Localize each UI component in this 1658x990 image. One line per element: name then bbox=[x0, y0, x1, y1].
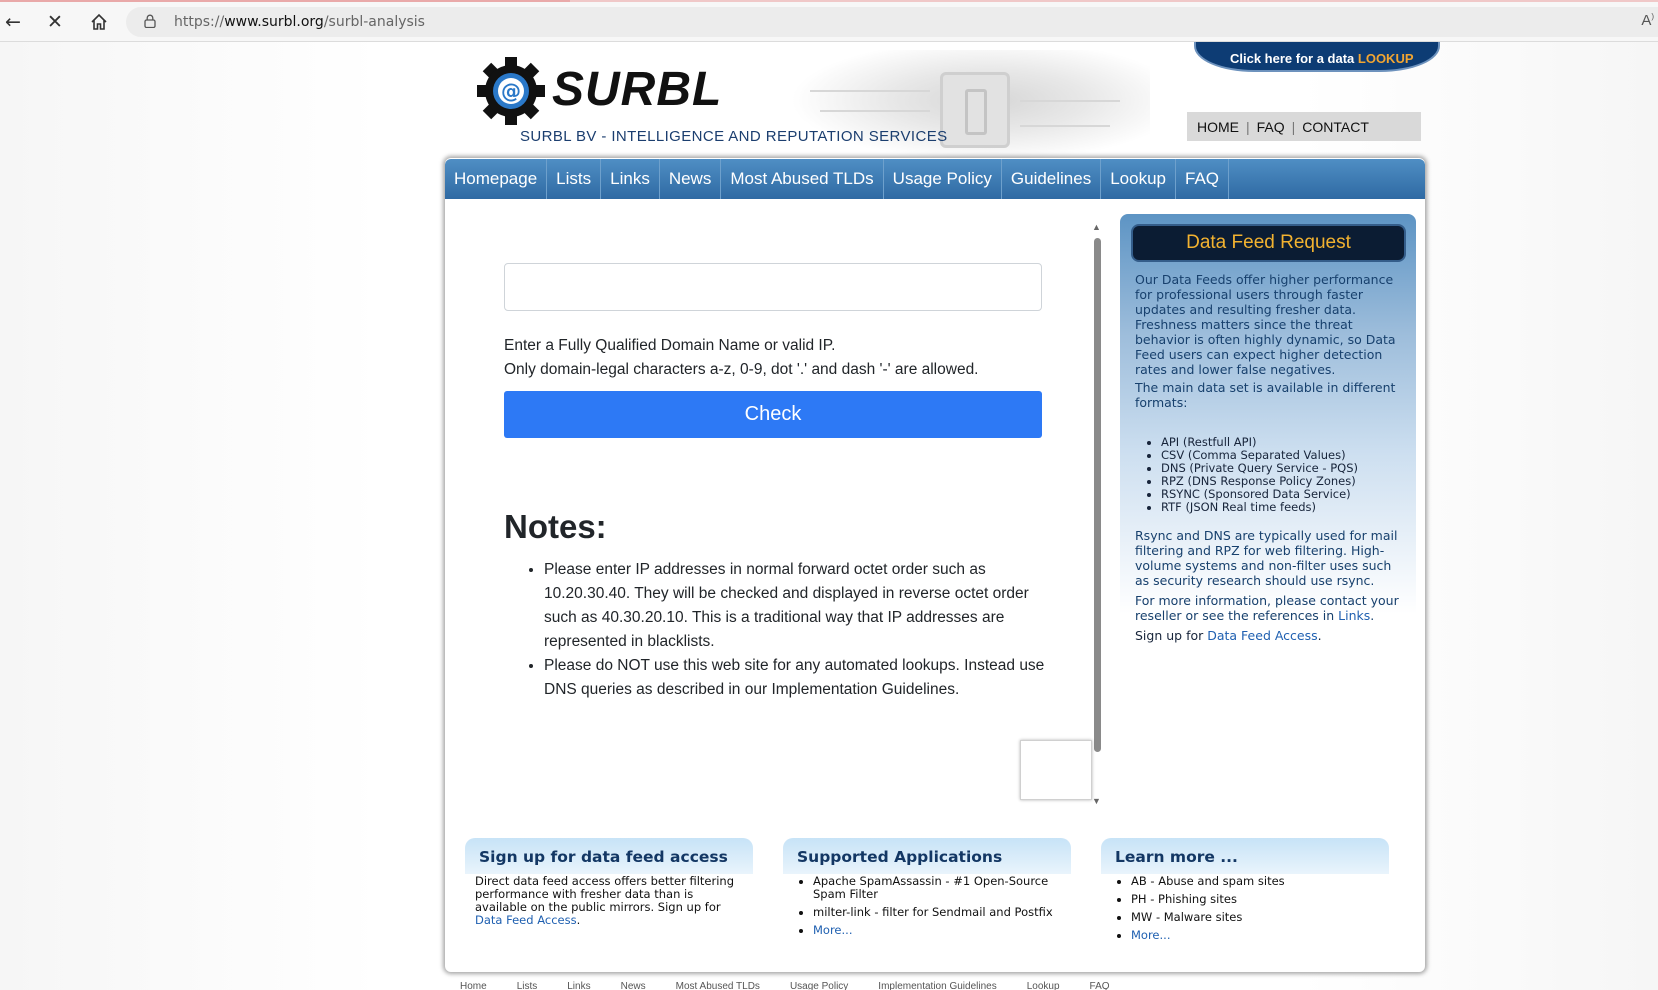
read-aloud-icon[interactable]: A) bbox=[1641, 12, 1654, 29]
notes-list: Please enter IP addresses in normal forw… bbox=[544, 558, 1056, 702]
top-links-separator: | bbox=[1291, 118, 1296, 135]
sidebar-usage-text: Rsync and DNS are typically used for mai… bbox=[1135, 528, 1398, 588]
header-circuit-art bbox=[790, 50, 1150, 162]
recaptcha-badge[interactable] bbox=[1020, 740, 1092, 800]
svg-text:@: @ bbox=[501, 79, 521, 103]
lock-icon bbox=[144, 14, 156, 28]
top-link-home[interactable]: HOME bbox=[1197, 119, 1239, 135]
lookup-tab-word: LOOKUP bbox=[1357, 51, 1414, 66]
nav-usage-policy[interactable]: Usage Policy bbox=[884, 159, 1002, 199]
supported-apps-title: Supported Applications bbox=[783, 838, 1071, 874]
nav-homepage[interactable]: Homepage bbox=[445, 159, 548, 199]
sidebar-more-info: For more information, please contact you… bbox=[1135, 593, 1399, 623]
brand-name: SURBL bbox=[552, 63, 723, 116]
learn-more-link[interactable]: More... bbox=[1131, 928, 1170, 942]
nav-news[interactable]: News bbox=[660, 159, 722, 199]
footer-link-most-abused-tlds[interactable]: Most Abused TLDs bbox=[676, 981, 760, 990]
nav-faq[interactable]: FAQ bbox=[1176, 159, 1230, 199]
bottom-footer-links: Home Lists Links News Most Abused TLDs U… bbox=[460, 981, 1110, 990]
list-item: Please enter IP addresses in normal forw… bbox=[544, 558, 1056, 654]
surbl-gear-logo-icon: @ bbox=[477, 57, 545, 125]
top-link-contact[interactable]: CONTACT bbox=[1302, 119, 1369, 135]
notes-heading: Notes: bbox=[504, 508, 607, 545]
scroll-up-arrow-icon[interactable]: ▲ bbox=[1092, 222, 1101, 232]
sidebar-title: Data Feed Request bbox=[1131, 224, 1406, 262]
list-item: RTF (JSON Real time feeds) bbox=[1161, 501, 1411, 514]
supported-apps-body: Apache SpamAssassin - #1 Open-Source Spa… bbox=[797, 875, 1067, 942]
nav-lists[interactable]: Lists bbox=[547, 159, 602, 199]
back-arrow-icon[interactable]: ← bbox=[0, 9, 26, 35]
scroll-down-arrow-icon[interactable]: ▼ bbox=[1092, 796, 1101, 806]
signup-box-text: Direct data feed access offers better fi… bbox=[475, 874, 735, 927]
learn-more-body: AB - Abuse and spam sites PH - Phishing … bbox=[1115, 875, 1385, 947]
sidebar-formats-list: API (Restfull API) CSV (Comma Separated … bbox=[1161, 436, 1411, 514]
footer-link-home[interactable]: Home bbox=[460, 981, 487, 990]
top-links-separator: | bbox=[1246, 118, 1250, 135]
footer-link-usage-policy[interactable]: Usage Policy bbox=[790, 981, 848, 990]
main-navigation: Homepage Lists Links News Most Abused TL… bbox=[445, 159, 1425, 199]
footer-link-lists[interactable]: Lists bbox=[517, 981, 538, 990]
input-help-line2: Only domain-legal characters a-z, 0-9, d… bbox=[504, 361, 979, 378]
list-item: More... bbox=[813, 924, 1067, 937]
top-links: HOME | FAQ | CONTACT bbox=[1187, 112, 1421, 141]
check-button[interactable]: Check bbox=[504, 391, 1042, 438]
address-bar[interactable]: https://www.surbl.org/surbl-analysis A) bbox=[126, 7, 1658, 37]
home-icon[interactable] bbox=[86, 9, 112, 35]
nav-most-abused-tlds[interactable]: Most Abused TLDs bbox=[721, 159, 884, 199]
nav-guidelines[interactable]: Guidelines bbox=[1002, 159, 1102, 199]
footer-link-faq[interactable]: FAQ bbox=[1090, 981, 1110, 990]
sidebar-intro: Our Data Feeds offer higher performance … bbox=[1135, 272, 1396, 377]
list-item: More... bbox=[1131, 929, 1385, 942]
list-item: milter-link - filter for Sendmail and Po… bbox=[813, 906, 1067, 919]
footer-link-lookup[interactable]: Lookup bbox=[1027, 981, 1060, 990]
signup-box-title: Sign up for data feed access bbox=[465, 838, 753, 874]
loading-progress bbox=[0, 0, 570, 2]
list-item: MW - Malware sites bbox=[1131, 911, 1385, 924]
list-item: PH - Phishing sites bbox=[1131, 893, 1385, 906]
signup-data-feed-access-link[interactable]: Data Feed Access bbox=[475, 913, 577, 927]
browser-toolbar: ← ✕ https://www.surbl.org/surbl-analysis… bbox=[0, 0, 1658, 42]
url-text: https://www.surbl.org/surbl-analysis bbox=[174, 14, 425, 30]
data-lookup-tab[interactable]: Click here for a data LOOKUP bbox=[1194, 42, 1440, 72]
loading-track bbox=[570, 0, 1658, 2]
scrollbar-thumb[interactable] bbox=[1094, 238, 1101, 752]
sidebar-links-link[interactable]: Links bbox=[1338, 608, 1370, 623]
footer-link-implementation-guidelines[interactable]: Implementation Guidelines bbox=[878, 981, 996, 990]
nav-links[interactable]: Links bbox=[601, 159, 660, 199]
lookup-tab-text: Click here for a data bbox=[1230, 51, 1358, 66]
list-item: Please do NOT use this web site for any … bbox=[544, 654, 1056, 702]
sidebar-formats-intro: The main data set is available in differ… bbox=[1135, 380, 1396, 410]
list-item: AB - Abuse and spam sites bbox=[1131, 875, 1385, 888]
sidebar-data-feed-access-link[interactable]: Data Feed Access bbox=[1207, 628, 1317, 643]
top-link-faq[interactable]: FAQ bbox=[1257, 119, 1285, 135]
nav-lookup[interactable]: Lookup bbox=[1101, 159, 1176, 199]
footer-link-news[interactable]: News bbox=[621, 981, 646, 990]
sidebar-signup: Sign up for Data Feed Access. bbox=[1135, 628, 1322, 643]
apps-more-link[interactable]: More... bbox=[813, 923, 852, 937]
tagline: SURBL BV - INTELLIGENCE AND REPUTATION S… bbox=[520, 128, 948, 145]
domain-input[interactable] bbox=[504, 263, 1042, 311]
learn-more-title: Learn more ... bbox=[1101, 838, 1389, 874]
input-help-line1: Enter a Fully Qualified Domain Name or v… bbox=[504, 337, 836, 354]
list-item: Apache SpamAssassin - #1 Open-Source Spa… bbox=[813, 875, 1067, 901]
footer-link-links[interactable]: Links bbox=[567, 981, 590, 990]
close-icon[interactable]: ✕ bbox=[42, 9, 68, 35]
